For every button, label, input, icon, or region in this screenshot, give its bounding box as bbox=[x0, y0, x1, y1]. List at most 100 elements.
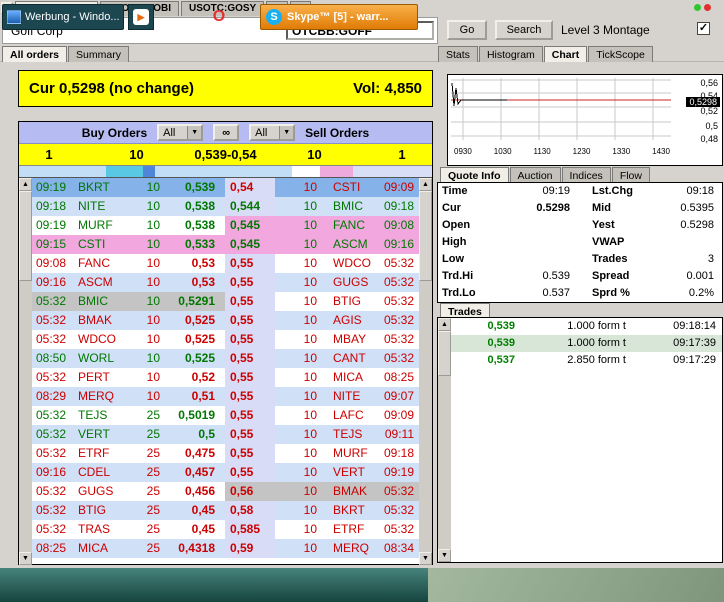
ask-mm-cell: MBAY bbox=[319, 330, 375, 349]
bid-row[interactable]: 05:32 BMIC 10 0,5291 bbox=[32, 292, 225, 311]
opera-button[interactable]: O bbox=[206, 4, 232, 30]
scrollbar-thumb[interactable] bbox=[19, 191, 32, 281]
trade-row[interactable]: 0,537 2.850 form t 09:17:29 bbox=[451, 352, 722, 369]
close-dot-icon[interactable] bbox=[704, 4, 711, 11]
depth-distribution-bar bbox=[19, 166, 432, 178]
minimize-dot-icon[interactable] bbox=[694, 4, 701, 11]
trade-quantity: 1.000 form t bbox=[515, 318, 652, 335]
ask-row[interactable]: 0,54 10 CSTI 09:09 bbox=[225, 178, 419, 197]
link-filters-button[interactable]: ∞ bbox=[213, 124, 239, 141]
scrollbar-thumb[interactable] bbox=[419, 191, 432, 281]
bid-mm-cell: WDCO bbox=[72, 330, 126, 349]
scroll-up-icon[interactable]: ▲ bbox=[419, 178, 432, 191]
quote-tab[interactable]: Quote Info bbox=[440, 167, 509, 183]
ask-mm-cell: FANC bbox=[319, 216, 375, 235]
bid-scrollbar[interactable]: ▲ ▼ bbox=[19, 178, 32, 565]
analysis-tab[interactable]: TickScope bbox=[588, 46, 653, 62]
bid-row[interactable]: 08:25 MICA 25 0,4318 bbox=[32, 539, 225, 558]
ask-row[interactable]: 0,544 10 BMIC 09:18 bbox=[225, 197, 419, 216]
analysis-tab[interactable]: Stats bbox=[438, 46, 478, 62]
book-area: ▲ ▼ 09:19 BKRT 10 0,539 09:18 NITE 10 bbox=[19, 178, 432, 565]
scroll-down-icon[interactable]: ▼ bbox=[438, 549, 451, 562]
ask-time-cell: 09:09 bbox=[375, 178, 419, 197]
sell-orders-label: Sell Orders bbox=[305, 126, 369, 140]
bid-row[interactable]: 05:32 BMAK 10 0,525 bbox=[32, 311, 225, 330]
desktop-area bbox=[428, 568, 724, 602]
bid-size-cell: 10 bbox=[126, 292, 166, 311]
bid-row[interactable]: 05:32 TRAS 25 0,45 bbox=[32, 520, 225, 539]
bid-row[interactable]: 05:32 ETRF 25 0,475 bbox=[32, 444, 225, 463]
ask-row[interactable]: 0,55 10 VERT 09:19 bbox=[225, 463, 419, 482]
quote-tab[interactable]: Indices bbox=[562, 167, 611, 183]
bid-row[interactable]: 05:32 PERT 10 0,52 bbox=[32, 368, 225, 387]
ask-row[interactable]: 0,55 10 TEJS 09:11 bbox=[225, 425, 419, 444]
ask-row[interactable]: 0,55 10 GUGS 05:32 bbox=[225, 273, 419, 292]
scroll-up-icon[interactable]: ▲ bbox=[438, 318, 451, 331]
bid-row[interactable]: 05:32 BTIG 25 0,45 bbox=[32, 501, 225, 520]
ask-row[interactable]: 0,55 10 BTIG 05:32 bbox=[225, 292, 419, 311]
ask-row[interactable]: 0,585 10 ETRF 05:32 bbox=[225, 520, 419, 539]
scrollbar-track[interactable] bbox=[19, 191, 32, 552]
ask-time-cell: 05:32 bbox=[375, 349, 419, 368]
ask-row[interactable]: 0,55 10 MBAY 05:32 bbox=[225, 330, 419, 349]
ask-row[interactable]: 0,56 10 BMAK 05:32 bbox=[225, 482, 419, 501]
search-button[interactable]: Search bbox=[495, 20, 553, 40]
ask-row[interactable]: 0,55 10 MURF 09:18 bbox=[225, 444, 419, 463]
ask-row[interactable]: 0,545 10 FANC 09:08 bbox=[225, 216, 419, 235]
bid-row[interactable]: 09:16 CDEL 25 0,457 bbox=[32, 463, 225, 482]
quote-tab[interactable]: Auction bbox=[510, 167, 561, 183]
trade-row[interactable]: 0,539 1.000 form t 09:18:14 bbox=[451, 318, 722, 335]
analysis-tab[interactable]: Chart bbox=[544, 46, 587, 62]
ask-row[interactable]: 0,59 10 MERQ 08:34 bbox=[225, 539, 419, 558]
trades-scrollbar[interactable]: ▲ ▼ bbox=[438, 318, 451, 562]
taskbar-window-button[interactable]: Werbung - Windo... bbox=[2, 4, 124, 30]
skype-button[interactable]: S Skype™ [5] - warr... bbox=[260, 4, 418, 30]
ask-price-cell: 0,545 bbox=[225, 216, 275, 235]
media-player-button[interactable]: ▶ bbox=[128, 4, 154, 30]
ask-row[interactable]: 0,545 10 ASCM 09:16 bbox=[225, 235, 419, 254]
quote-tab[interactable]: Flow bbox=[612, 167, 650, 183]
quote-info-row: Cur 0.5298 Mid 0.5395 bbox=[438, 200, 722, 217]
bid-time-cell: 05:32 bbox=[32, 406, 72, 425]
bid-time-cell: 05:32 bbox=[32, 311, 72, 330]
trade-row[interactable]: 0,539 1.000 form t 09:17:39 bbox=[451, 335, 722, 352]
ask-row[interactable]: 0,58 10 BKRT 05:32 bbox=[225, 501, 419, 520]
bid-size-cell: 25 bbox=[126, 539, 166, 558]
sell-filter-dropdown[interactable]: All ▼ bbox=[249, 124, 295, 141]
bid-row[interactable]: 09:16 ASCM 10 0,53 bbox=[32, 273, 225, 292]
ask-row[interactable]: 0,55 10 WDCO 05:32 bbox=[225, 254, 419, 273]
ask-time-cell: 09:11 bbox=[375, 425, 419, 444]
ask-row[interactable]: 0,55 10 MICA 08:25 bbox=[225, 368, 419, 387]
bid-row[interactable]: 08:29 MERQ 10 0,51 bbox=[32, 387, 225, 406]
bid-row[interactable]: 09:18 NITE 10 0,538 bbox=[32, 197, 225, 216]
ask-row[interactable]: 0,55 10 NITE 09:07 bbox=[225, 387, 419, 406]
ask-row[interactable]: 0,55 10 AGIS 05:32 bbox=[225, 311, 419, 330]
orders-tab[interactable]: Summary bbox=[68, 46, 129, 62]
scroll-down-icon[interactable]: ▼ bbox=[19, 552, 32, 565]
bid-row[interactable]: 05:32 GUGS 25 0,456 bbox=[32, 482, 225, 501]
ask-scrollbar[interactable]: ▲ ▼ bbox=[419, 178, 432, 565]
bid-row[interactable]: 09:08 FANC 10 0,53 bbox=[32, 254, 225, 273]
bid-row[interactable]: 09:15 CSTI 10 0,533 bbox=[32, 235, 225, 254]
level3-montage-checkbox[interactable]: ✓ bbox=[697, 22, 710, 35]
ask-row[interactable]: 0,55 10 CANT 05:32 bbox=[225, 349, 419, 368]
bid-time-cell: 09:15 bbox=[32, 235, 72, 254]
ask-row[interactable]: 0,55 10 LAFC 09:09 bbox=[225, 406, 419, 425]
bid-row[interactable]: 05:32 TEJS 25 0,5019 bbox=[32, 406, 225, 425]
bid-row[interactable]: 08:50 WORL 10 0,525 bbox=[32, 349, 225, 368]
buy-filter-dropdown[interactable]: All ▼ bbox=[157, 124, 203, 141]
bid-count: 1 bbox=[19, 147, 79, 162]
analysis-tab[interactable]: Histogram bbox=[479, 46, 543, 62]
orders-tab[interactable]: All orders bbox=[2, 46, 67, 62]
scrollbar-track[interactable] bbox=[419, 191, 432, 552]
scrollbar-thumb[interactable] bbox=[438, 331, 451, 376]
bid-row[interactable]: 09:19 BKRT 10 0,539 bbox=[32, 178, 225, 197]
go-button[interactable]: Go bbox=[447, 20, 487, 40]
bid-row[interactable]: 09:19 MURF 10 0,538 bbox=[32, 216, 225, 235]
sell-filter-value: All bbox=[251, 127, 279, 139]
bid-row[interactable]: 05:32 VERT 25 0,5 bbox=[32, 425, 225, 444]
bid-row[interactable]: 05:32 WDCO 10 0,525 bbox=[32, 330, 225, 349]
scroll-up-icon[interactable]: ▲ bbox=[19, 178, 32, 191]
scroll-down-icon[interactable]: ▼ bbox=[419, 552, 432, 565]
scrollbar-track[interactable] bbox=[438, 331, 451, 549]
